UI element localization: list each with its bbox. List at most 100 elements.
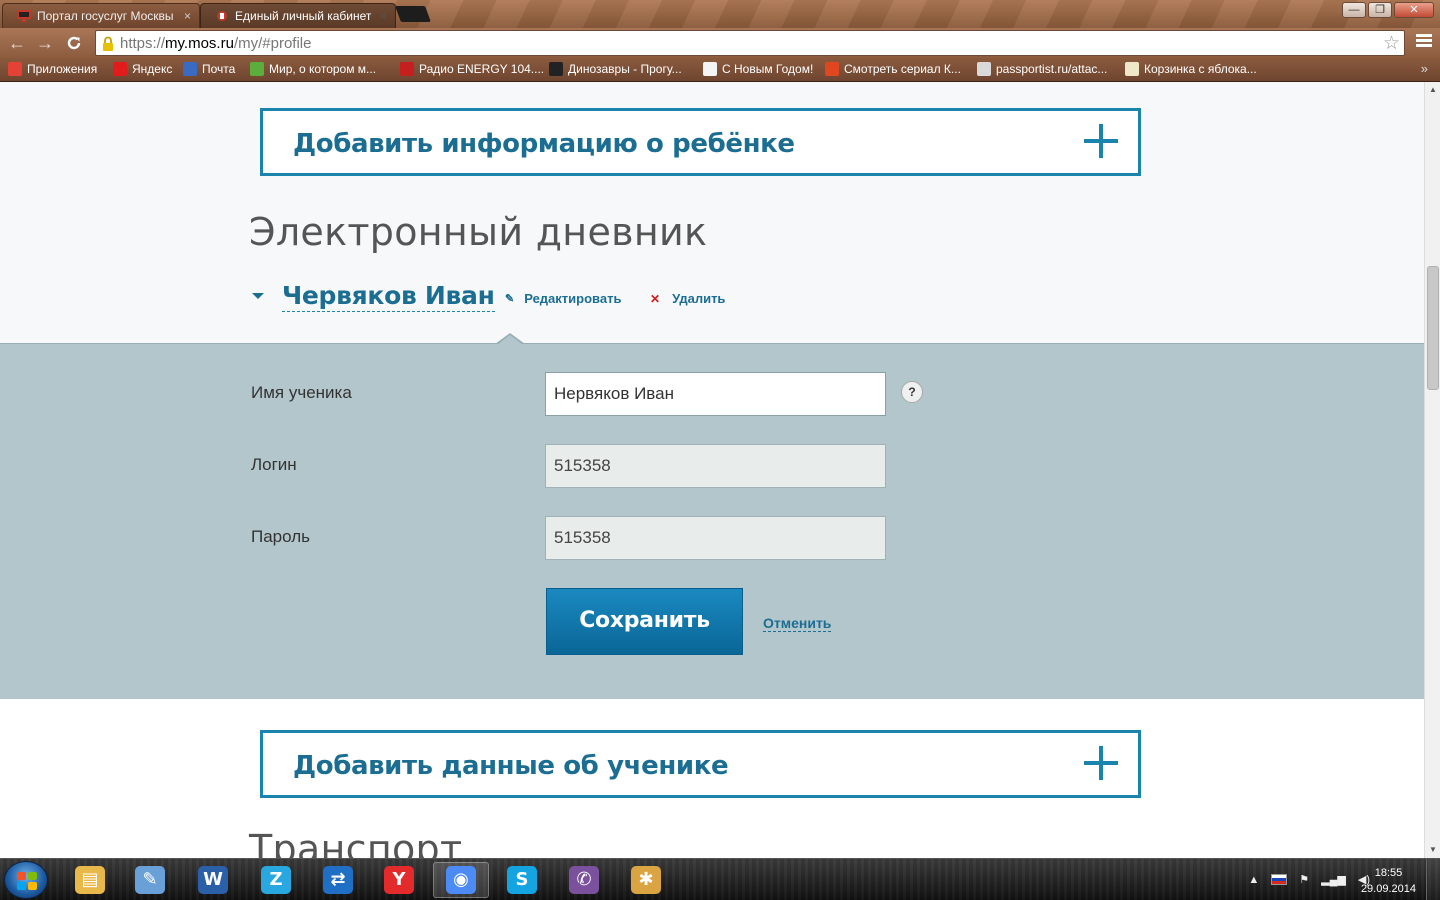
taskbar-app-explorer[interactable]: ▤ (62, 862, 118, 898)
url-path: /my/#profile (233, 35, 312, 52)
student-name[interactable]: Червяков Иван (282, 281, 495, 312)
taskbar-app-word[interactable]: W (185, 862, 241, 898)
window-controls: — ❐ ✕ (1342, 2, 1434, 18)
scroll-up-icon[interactable]: ▲ (1425, 82, 1440, 98)
taskbar-app-paint[interactable]: ✱ (618, 862, 674, 898)
plus-icon (1084, 124, 1118, 158)
clock-time: 18:55 (1374, 867, 1403, 879)
diary-title: Электронный дневник (249, 210, 708, 254)
bookmark-item[interactable]: Мир, о котором м... (250, 62, 376, 76)
page-content: Добавить информацию о ребёнке Электронны… (0, 82, 1424, 858)
bookmark-item[interactable]: Радио ENERGY 104.... (400, 62, 544, 76)
bookmark-item[interactable]: С Новым Годом! (703, 62, 813, 76)
add-child-box[interactable]: Добавить информацию о ребёнке (260, 108, 1141, 176)
bookmark-star-icon[interactable]: ☆ (1383, 32, 1400, 55)
bookmark-item[interactable]: Приложения (8, 62, 97, 76)
scroll-down-icon[interactable]: ▼ (1425, 842, 1440, 858)
transport-title: Транспорт (249, 827, 463, 858)
lock-icon (103, 36, 113, 51)
word-icon: W (198, 866, 228, 894)
page-lower: Добавить данные об ученике Транспорт (0, 699, 1424, 858)
yandex-icon (113, 62, 127, 76)
bookmark-item[interactable]: Яндекс (113, 62, 172, 76)
flag-tray-icon[interactable]: ⚑ (1299, 873, 1309, 886)
taskbar-app-zoner[interactable]: Z (248, 862, 304, 898)
skype-icon: S (507, 866, 537, 894)
cancel-link[interactable]: Отменить (763, 615, 832, 632)
bookmark-label: Корзинка с яблока... (1144, 62, 1257, 76)
password-input[interactable]: 515358 (545, 516, 886, 560)
caret-down-icon[interactable] (252, 293, 264, 299)
clock[interactable]: 18:55 29.09.2014 (1361, 865, 1416, 897)
bookmark-label: Смотреть сериал К... (844, 62, 961, 76)
maximize-button[interactable]: ❐ (1368, 2, 1392, 18)
taskbar: ▤ ✎ W Z ⇄ Y ◉ S ✆ ✱ ▲ ⚑ ▂▄▆ ◀) 18:55 29.09.2014 (0, 858, 1440, 900)
taskbar-app-viber[interactable]: ✆ (556, 862, 612, 898)
bookmarks-overflow-icon[interactable]: » (1421, 61, 1428, 76)
chrome-menu-icon[interactable] (1416, 34, 1432, 49)
taskbar-app-skype[interactable]: S (494, 862, 550, 898)
bookmark-label: Приложения (27, 62, 98, 76)
forward-button[interactable]: → (34, 32, 56, 54)
bookmark-label: С Новым Годом! (722, 62, 814, 76)
close-window-button[interactable]: ✕ (1394, 2, 1434, 18)
screen: Портал госуслуг Москвы × Единый личный к… (0, 0, 1440, 900)
explorer-icon: ▤ (75, 866, 105, 894)
tab-title: Единый личный кабинет (235, 9, 372, 23)
student-name-input[interactable]: Нервяков Иван (545, 372, 886, 416)
tray-expand-icon[interactable]: ▲ (1248, 874, 1259, 886)
panel-pointer-fill (497, 335, 523, 345)
tab-title: Портал госуслуг Москвы (37, 9, 174, 23)
tab-gosuslugi[interactable]: Портал госуслуг Москвы × (2, 3, 200, 28)
save-button[interactable]: Сохранить (546, 588, 743, 655)
bookmark-label: Радио ENERGY 104.... (419, 62, 545, 76)
network-icon[interactable]: ▂▄▆ (1321, 873, 1346, 886)
back-button[interactable]: ← (6, 32, 28, 54)
scroll-thumb[interactable] (1427, 266, 1439, 390)
monitor-icon (17, 10, 31, 22)
bookmark-item[interactable]: Почта (183, 62, 235, 76)
new-tab-button[interactable] (395, 6, 431, 22)
taskbar-app-teamviewer[interactable]: ⇄ (310, 862, 366, 898)
bookmark-item[interactable]: Смотреть сериал К... (825, 62, 961, 76)
bookmark-label: Мир, о котором м... (269, 62, 377, 76)
start-button[interactable] (4, 861, 48, 899)
language-flag-icon[interactable] (1271, 874, 1288, 885)
add-student-box[interactable]: Добавить данные об ученике (260, 730, 1141, 798)
taskbar-app-docs[interactable]: ✎ (122, 862, 178, 898)
student-name-label: Имя ученика (251, 383, 352, 402)
scrollbar[interactable]: ▲ ▼ (1424, 82, 1440, 858)
chrome-icon: ◉ (446, 866, 476, 894)
close-tab-icon[interactable]: × (184, 4, 191, 28)
close-tab-icon[interactable]: × (380, 4, 387, 28)
bookmark-item[interactable]: passportist.ru/attac... (977, 62, 1107, 76)
delete-link[interactable]: ✕ Удалить (650, 291, 725, 306)
login-label: Логин (251, 455, 297, 474)
bookmark-item[interactable]: Корзинка с яблока... (1125, 62, 1257, 76)
apps-grid-icon (8, 62, 22, 76)
address-bar[interactable]: https://my.mos.ru/my/#profile ☆ (95, 30, 1405, 56)
reload-icon (67, 36, 81, 50)
help-icon[interactable]: ? (901, 381, 923, 403)
bookmark-icon (977, 62, 991, 76)
bookmark-item[interactable]: Динозавры - Прогу... (549, 62, 682, 76)
paint-icon: ✱ (631, 866, 661, 894)
edit-form-panel: Имя ученика Нервяков Иван ? Логин 515358… (0, 343, 1424, 699)
add-student-label: Добавить данные об ученике (293, 751, 729, 781)
teamviewer-icon: ⇄ (323, 866, 353, 894)
cross-icon: ✕ (650, 291, 661, 306)
taskbar-app-yandex-browser[interactable]: Y (371, 862, 427, 898)
edit-label: Редактировать (524, 291, 622, 306)
bookmark-label: Динозавры - Прогу... (568, 62, 682, 76)
pencil-icon: ✎ (505, 293, 515, 305)
radio-icon (400, 62, 414, 76)
reload-button[interactable] (63, 32, 85, 54)
edit-link[interactable]: ✎ Редактировать (505, 291, 621, 306)
show-desktop-button[interactable] (1426, 859, 1440, 900)
browser-toolbar: ← → https://my.mos.ru/my/#profile ☆ (0, 28, 1440, 58)
minimize-button[interactable]: — (1342, 2, 1366, 18)
tab-personal-cabinet[interactable]: Единый личный кабинет × (200, 3, 396, 28)
bbc-icon (549, 62, 563, 76)
taskbar-app-chrome[interactable]: ◉ (433, 862, 489, 898)
login-input[interactable]: 515358 (545, 444, 886, 488)
